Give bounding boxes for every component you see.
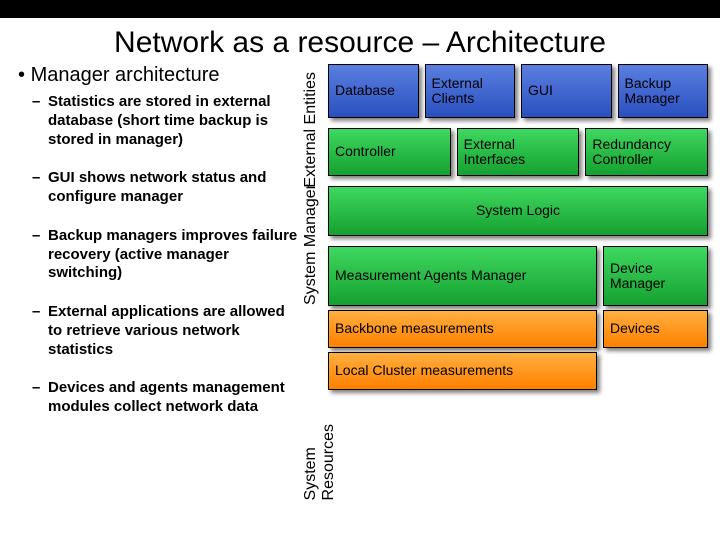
- box-backbone-measurements: Backbone measurements: [328, 310, 597, 348]
- row-controllers: Controller External Interfaces Redundanc…: [328, 128, 708, 176]
- row-external: Database External Clients GUI Backup Man…: [328, 64, 708, 118]
- box-local-cluster: Local Cluster measurements: [328, 352, 597, 390]
- box-gui: GUI: [521, 64, 612, 118]
- bullet-gui: GUI shows network status and configure m…: [36, 169, 298, 207]
- row-managers: Measurement Agents Manager Device Manage…: [328, 246, 708, 306]
- label-system-manager: System Manager: [302, 184, 320, 305]
- box-system-logic: System Logic: [328, 186, 708, 236]
- row-system-logic: System Logic: [328, 186, 708, 236]
- row-local-cluster: Local Cluster measurements: [328, 352, 708, 390]
- box-device-manager: Device Manager: [603, 246, 708, 306]
- box-external-clients: External Clients: [425, 64, 516, 118]
- top-border: [0, 0, 720, 18]
- bullet-backup: Backup managers improves failure recover…: [36, 227, 298, 283]
- row-backbone: Backbone measurements Devices: [328, 310, 708, 348]
- label-external-entities: External Entities: [302, 72, 320, 188]
- page-title: Network as a resource – Architecture: [0, 18, 720, 64]
- box-backup-manager: Backup Manager: [618, 64, 709, 118]
- bullet-devices: Devices and agents management modules co…: [36, 379, 298, 417]
- bullet-statistics: Statistics are stored in external databa…: [36, 93, 298, 149]
- box-redundancy-controller: Redundancy Controller: [585, 128, 708, 176]
- box-controller: Controller: [328, 128, 451, 176]
- bullet-external-apps: External applications are allowed to ret…: [36, 303, 298, 359]
- section-heading: Manager architecture: [18, 64, 298, 87]
- box-devices: Devices: [603, 310, 708, 348]
- diagram: Database External Clients GUI Backup Man…: [328, 64, 708, 390]
- label-system-resources: System Resources: [302, 424, 338, 500]
- content: Manager architecture Statistics are stor…: [0, 64, 720, 437]
- left-column: Manager architecture Statistics are stor…: [18, 64, 298, 437]
- box-external-interfaces: External Interfaces: [457, 128, 580, 176]
- box-database: Database: [328, 64, 419, 118]
- box-measurement-agents-manager: Measurement Agents Manager: [328, 246, 597, 306]
- diagram-area: External Entities System Manager System …: [298, 64, 708, 437]
